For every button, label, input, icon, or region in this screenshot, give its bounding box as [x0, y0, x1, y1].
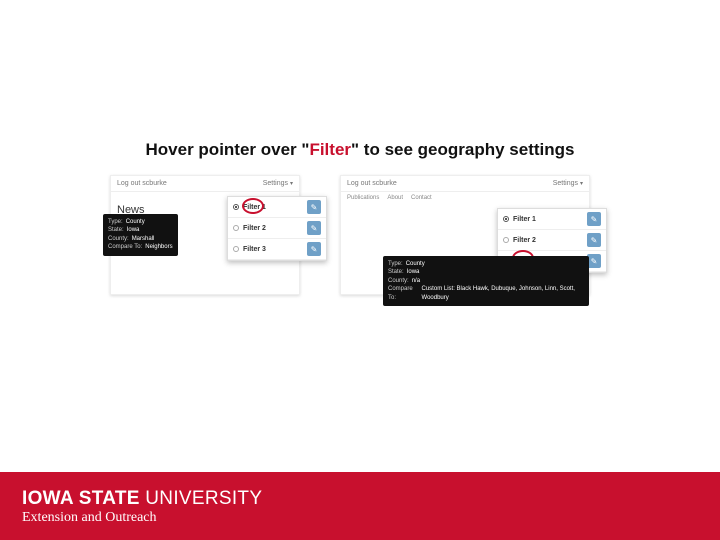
filter-label: Filter 3 [243, 246, 266, 253]
slide: Hover pointer over "Filter" to see geogr… [0, 0, 720, 540]
settings-dropdown[interactable]: Settings [553, 180, 583, 187]
filter-row-2[interactable]: Filter 2 ✎ [498, 230, 606, 251]
tt-key: Compare To: [388, 285, 419, 302]
radio-icon [233, 225, 239, 231]
title-pre: Hover pointer over " [146, 140, 310, 159]
screenshot-row: Log out scburke Settings News Data for D… [110, 175, 610, 315]
tt-val: County [126, 218, 145, 226]
tt-key: State: [388, 268, 404, 276]
tt-val: Custom List: Black Hawk, Dubuque, Johnso… [422, 285, 584, 302]
footer-bar: IOWA STATE UNIVERSITY Extension and Outr… [0, 472, 720, 540]
filter-row-1[interactable]: Filter 1 ✎ [498, 209, 606, 230]
tt-val: County [406, 260, 425, 268]
tt-key: Type: [108, 218, 123, 226]
pencil-icon[interactable]: ✎ [587, 233, 601, 247]
body: Filter 1 ✎ Filter 2 ✎ Filter 3 ✎ [341, 204, 589, 212]
filter-tooltip: Type:County State:Iowa County:n/a Compar… [383, 256, 589, 306]
tt-key: Type: [388, 260, 403, 268]
screenshot-filter3: Log out scburke Settings Publications Ab… [340, 175, 590, 295]
body: News Data for Decisions Reports Tool Fil… [111, 192, 299, 236]
filter-label: Filter 2 [243, 225, 266, 232]
tt-val: Neighbors [145, 243, 172, 251]
settings-dropdown[interactable]: Settings [263, 180, 293, 187]
tt-key: County: [388, 277, 409, 285]
radio-icon [503, 237, 509, 243]
pencil-icon[interactable]: ✎ [307, 242, 321, 256]
pencil-icon[interactable]: ✎ [307, 221, 321, 235]
pencil-icon[interactable]: ✎ [587, 254, 601, 268]
highlight-circle [242, 198, 264, 214]
filter-tooltip: Type:County State:Iowa County:Marshall C… [103, 214, 178, 256]
extension-outreach: Extension and Outreach [22, 510, 262, 526]
footer-logo: IOWA STATE UNIVERSITY Extension and Outr… [22, 488, 262, 526]
uni-rest: UNIVERSITY [145, 488, 262, 509]
radio-icon [503, 216, 509, 222]
screenshot-filter1: Log out scburke Settings News Data for D… [110, 175, 300, 295]
topbar: Log out scburke Settings [111, 176, 299, 192]
filter-row-2[interactable]: Filter 2 ✎ [228, 218, 326, 239]
tt-key: Compare To: [108, 243, 142, 251]
logout-link[interactable]: Log out scburke [117, 180, 167, 187]
nav-row: Publications About Contact [341, 192, 589, 204]
university-name: IOWA STATE UNIVERSITY [22, 488, 262, 510]
nav-publications[interactable]: Publications [347, 195, 379, 201]
nav-contact[interactable]: Contact [411, 195, 432, 201]
tt-key: State: [108, 226, 124, 234]
pencil-icon[interactable]: ✎ [307, 200, 321, 214]
filter-panel: Filter 1 ✎ Filter 2 ✎ Filter 3 ✎ [227, 196, 327, 261]
tt-val: Marshall [132, 235, 155, 243]
tt-key: County: [108, 235, 129, 243]
title-post: " to see geography settings [351, 140, 574, 159]
nav-about[interactable]: About [387, 195, 403, 201]
uni-bold: IOWA STATE [22, 488, 145, 509]
title-highlight: Filter [309, 140, 351, 159]
filter-row-3[interactable]: Filter 3 ✎ [228, 239, 326, 260]
tt-val: Iowa [127, 226, 140, 234]
topbar: Log out scburke Settings [341, 176, 589, 192]
pencil-icon[interactable]: ✎ [587, 212, 601, 226]
slide-title: Hover pointer over "Filter" to see geogr… [0, 140, 720, 160]
tt-val: n/a [412, 277, 420, 285]
filter-label: Filter 2 [513, 237, 536, 244]
logout-link[interactable]: Log out scburke [347, 180, 397, 187]
filter-label: Filter 1 [513, 216, 536, 223]
radio-icon [233, 246, 239, 252]
radio-icon [233, 204, 239, 210]
tt-val: Iowa [407, 268, 420, 276]
